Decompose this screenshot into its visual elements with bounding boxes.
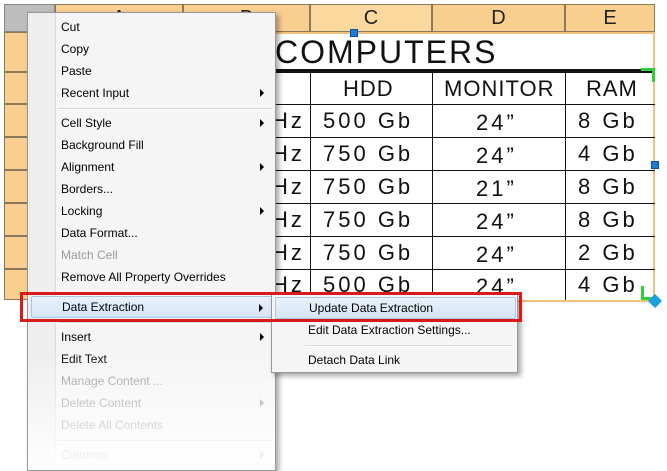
menu-item-label: Alignment	[61, 160, 115, 174]
cell-cpu[interactable]: Hz	[272, 240, 305, 266]
column-header-e[interactable]: E	[565, 4, 655, 32]
cell-ram[interactable]: 8 Gb	[578, 207, 638, 233]
table-stretch-grip[interactable]	[651, 161, 659, 169]
callout-highlight-frame	[20, 292, 522, 322]
menu-item-label: Match Cell	[61, 248, 118, 262]
cell-cpu[interactable]: Hz	[272, 141, 305, 167]
menu-item-label: Delete All Contents	[61, 418, 164, 432]
cell-ram[interactable]: 4 Gb	[578, 141, 638, 167]
corner-grip-top[interactable]	[652, 68, 655, 82]
cell-monitor[interactable]: 24”	[476, 242, 517, 268]
menu-item-label: Remove All Property Overrides	[61, 270, 226, 284]
menu-item-label: Edit Data Extraction Settings...	[308, 323, 471, 337]
menu-separator	[58, 108, 272, 110]
menu-item-label: Insert	[61, 330, 92, 344]
menu-item-label: Locking	[61, 204, 103, 218]
menu-item-edit-text[interactable]: Edit Text	[31, 348, 274, 370]
table-title[interactable]: COMPUTERS	[275, 34, 497, 71]
menu-item-cut[interactable]: Cut	[31, 16, 274, 38]
header-cell-hdd[interactable]: HDD	[343, 76, 394, 102]
column-header-d[interactable]: D	[432, 4, 565, 32]
header-cell-monitor[interactable]: MONITOR	[444, 76, 554, 102]
menu-item-remove-all-property-overrides[interactable]: Remove All Property Overrides	[31, 266, 274, 288]
menu-item-label: Copy	[61, 42, 90, 56]
menu-item-locking[interactable]: Locking	[31, 200, 274, 222]
menu-item-label: Delete Content	[61, 396, 142, 410]
menu-item-label: Cell Style	[61, 116, 112, 130]
menu-item-data-format[interactable]: Data Format...	[31, 222, 274, 244]
cell-monitor[interactable]: 24”	[476, 110, 517, 136]
column-header-c[interactable]: C	[310, 4, 432, 32]
cell-hdd[interactable]: 500 Gb	[323, 108, 413, 134]
cell-ram[interactable]: 4 Gb	[578, 272, 638, 298]
submenu-arrow-icon	[260, 207, 264, 215]
submenu-arrow-icon	[260, 119, 264, 127]
menu-item-delete-content: Delete Content	[31, 392, 274, 414]
corner-grip-bottom[interactable]	[641, 286, 644, 300]
cell-ram[interactable]: 8 Gb	[578, 174, 638, 200]
cell-hdd[interactable]: 750 Gb	[323, 207, 413, 233]
menu-item-columns: Columns	[31, 444, 274, 466]
menu-item-label: Cut	[61, 20, 80, 34]
menu-item-label: Detach Data Link	[308, 353, 401, 367]
column-divider	[565, 72, 566, 300]
menu-item-label: Background Fill	[61, 138, 144, 152]
menu-item-recent-input[interactable]: Recent Input	[31, 82, 274, 104]
cell-cpu[interactable]: Hz	[272, 174, 305, 200]
cell-ram[interactable]: 2 Gb	[578, 240, 638, 266]
menu-item-label: Edit Text	[61, 352, 107, 366]
menu-item-edit-data-extraction-settings[interactable]: Edit Data Extraction Settings...	[275, 319, 516, 341]
submenu-arrow-icon	[260, 333, 264, 341]
submenu-arrow-icon	[260, 451, 264, 459]
cell-hdd[interactable]: 750 Gb	[323, 240, 413, 266]
menu-item-insert[interactable]: Insert	[31, 326, 274, 348]
menu-item-label: Recent Input	[61, 86, 130, 100]
menu-separator	[58, 440, 272, 442]
cell-cpu[interactable]: Hz	[272, 108, 305, 134]
submenu-arrow-icon	[260, 399, 264, 407]
cell-ram[interactable]: 8 Gb	[578, 108, 638, 134]
submenu-arrow-icon	[260, 163, 264, 171]
cell-hdd[interactable]: 750 Gb	[323, 174, 413, 200]
menu-item-background-fill[interactable]: Background Fill	[31, 134, 274, 156]
menu-item-paste[interactable]: Paste	[31, 60, 274, 82]
menu-separator	[305, 345, 513, 347]
menu-item-label: Columns	[61, 448, 109, 462]
column-grip-handle[interactable]	[350, 29, 358, 37]
menu-item-copy[interactable]: Copy	[31, 38, 274, 60]
menu-item-label: Paste	[61, 64, 92, 78]
menu-item-label: Data Format...	[61, 226, 138, 240]
submenu-arrow-icon	[260, 89, 264, 97]
menu-item-borders[interactable]: Borders...	[31, 178, 274, 200]
column-divider	[310, 72, 311, 300]
context-menu: Cut Copy Paste Recent Input Cell Style B…	[27, 12, 276, 471]
header-cell-ram[interactable]: RAM	[586, 76, 638, 102]
column-divider	[432, 72, 433, 300]
menu-item-delete-all-contents: Delete All Contents	[31, 414, 274, 436]
cell-monitor[interactable]: 24”	[476, 143, 517, 169]
menu-item-cell-style[interactable]: Cell Style	[31, 112, 274, 134]
menu-item-alignment[interactable]: Alignment	[31, 156, 274, 178]
menu-item-label: Borders...	[61, 182, 114, 196]
cell-hdd[interactable]: 750 Gb	[323, 141, 413, 167]
menu-item-detach-data-link[interactable]: Detach Data Link	[275, 349, 516, 371]
menu-item-label: Manage Content ...	[61, 374, 164, 388]
menu-separator	[58, 322, 272, 324]
cell-monitor[interactable]: 24”	[476, 209, 517, 235]
menu-item-match-cell: Match Cell	[31, 244, 274, 266]
cell-cpu[interactable]: Hz	[272, 207, 305, 233]
menu-item-manage-content: Manage Content ...	[31, 370, 274, 392]
cell-monitor[interactable]: 21”	[476, 176, 517, 202]
